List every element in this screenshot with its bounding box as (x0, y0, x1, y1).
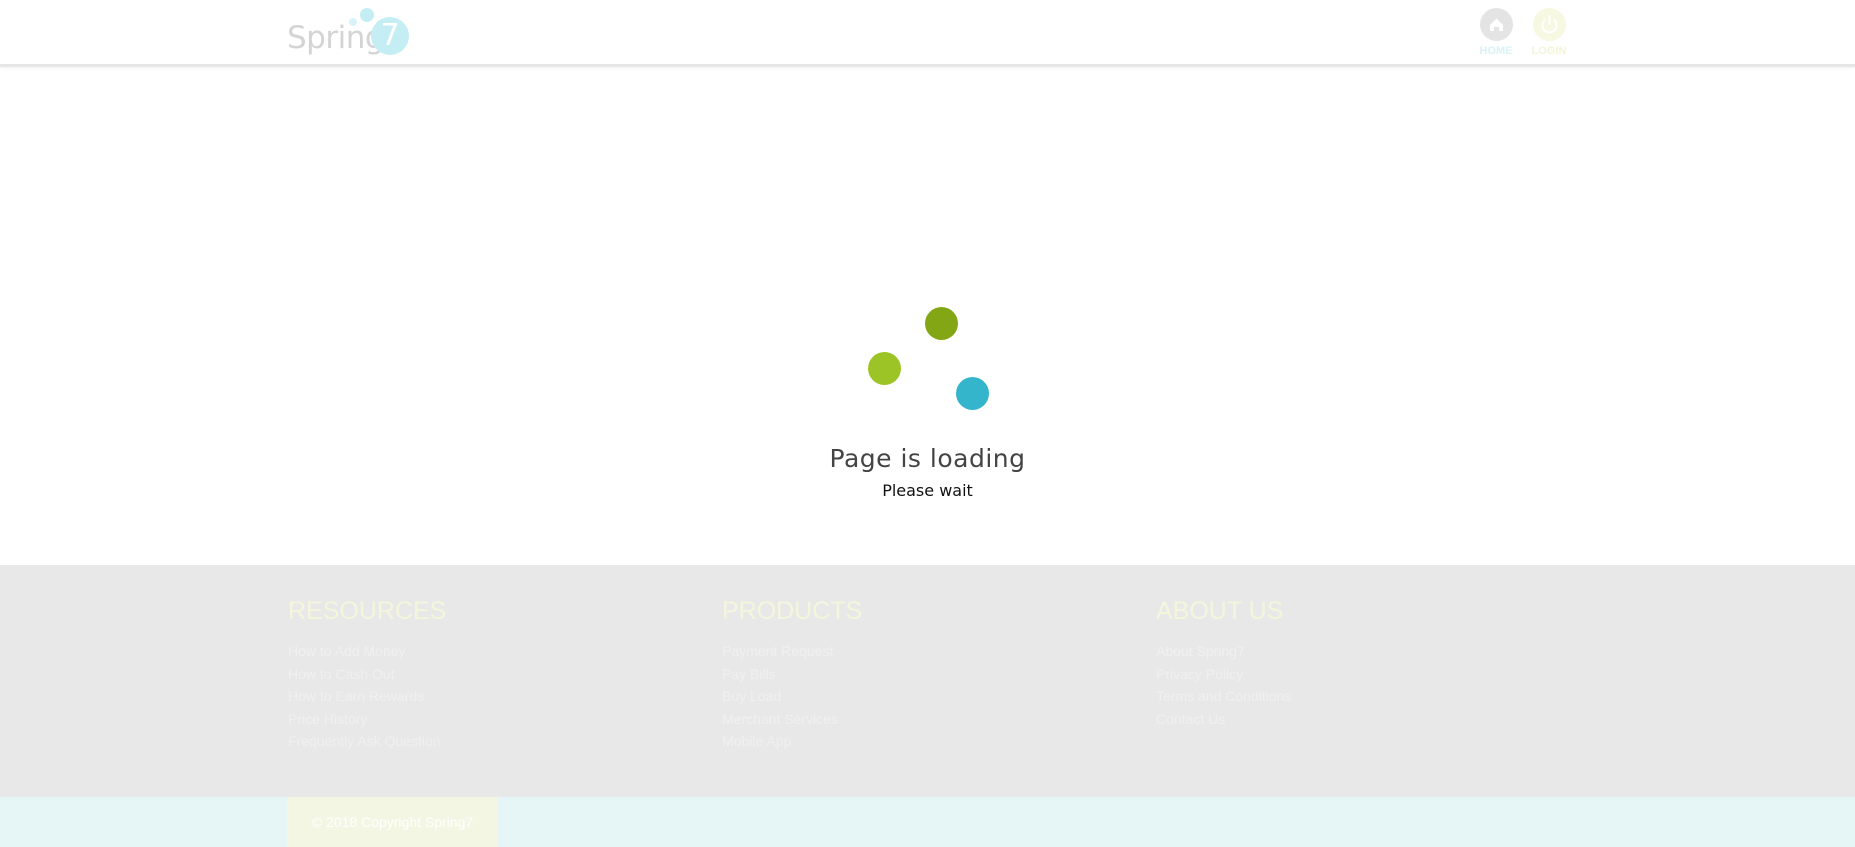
spinner-dot (868, 352, 901, 385)
footer-column-products: PRODUCTS Payment Request Pay Bills Buy L… (722, 597, 862, 753)
spinner-dot (925, 307, 958, 340)
power-icon (1532, 8, 1566, 41)
footer-heading: PRODUCTS (722, 597, 863, 625)
footer-heading: ABOUT US (1156, 597, 1284, 625)
footer-link[interactable]: Payment Request (722, 640, 862, 663)
loading-subtitle: Please wait (882, 481, 973, 500)
footer-link[interactable]: Pay Bills (722, 663, 862, 686)
logo-text: Spring (287, 20, 385, 56)
footer-link[interactable]: How to Earn Rewards (288, 685, 446, 708)
footer: RESOURCES How to Add Money How to Cash O… (0, 565, 1855, 797)
spinner-dot (956, 377, 989, 410)
loading-title: Page is loading (829, 444, 1026, 473)
bottom-bar: © 2018 Copyright Spring7 (0, 797, 1855, 847)
copyright-text: © 2018 Copyright Spring7 (287, 797, 498, 847)
footer-link[interactable]: About Spring7 (1156, 640, 1291, 663)
logo-bubble-small (349, 18, 357, 26)
nav-home[interactable]: HOME (1468, 8, 1524, 58)
footer-link[interactable]: Merchant Services (722, 708, 862, 731)
footer-column-resources: RESOURCES How to Add Money How to Cash O… (288, 597, 446, 753)
footer-link[interactable]: Buy Load (722, 685, 862, 708)
logo-numeral: 7 (371, 17, 409, 55)
footer-link[interactable]: How to Add Money (288, 640, 446, 663)
footer-link[interactable]: Terms and Conditions (1156, 685, 1291, 708)
footer-column-about: ABOUT US About Spring7 Privacy Policy Te… (1156, 597, 1291, 730)
footer-link[interactable]: Contact Us (1156, 708, 1291, 731)
footer-heading: RESOURCES (288, 597, 447, 625)
nav-home-label: HOME (1479, 45, 1513, 57)
nav-login[interactable]: LOGIN (1521, 8, 1577, 58)
footer-link[interactable]: Frequently Ask Question (288, 730, 446, 753)
nav-login-label: LOGIN (1531, 45, 1567, 57)
spring7-logo[interactable]: Spring 7 (287, 6, 411, 58)
top-header: Spring 7 HOME LOGIN (0, 0, 1855, 67)
home-icon (1479, 8, 1513, 41)
footer-link[interactable]: How to Cash Out (288, 663, 446, 686)
footer-link[interactable]: Price History (288, 708, 446, 731)
logo-bubble (360, 8, 374, 22)
footer-link[interactable]: Mobile App (722, 730, 862, 753)
footer-link[interactable]: Privacy Policy (1156, 663, 1291, 686)
